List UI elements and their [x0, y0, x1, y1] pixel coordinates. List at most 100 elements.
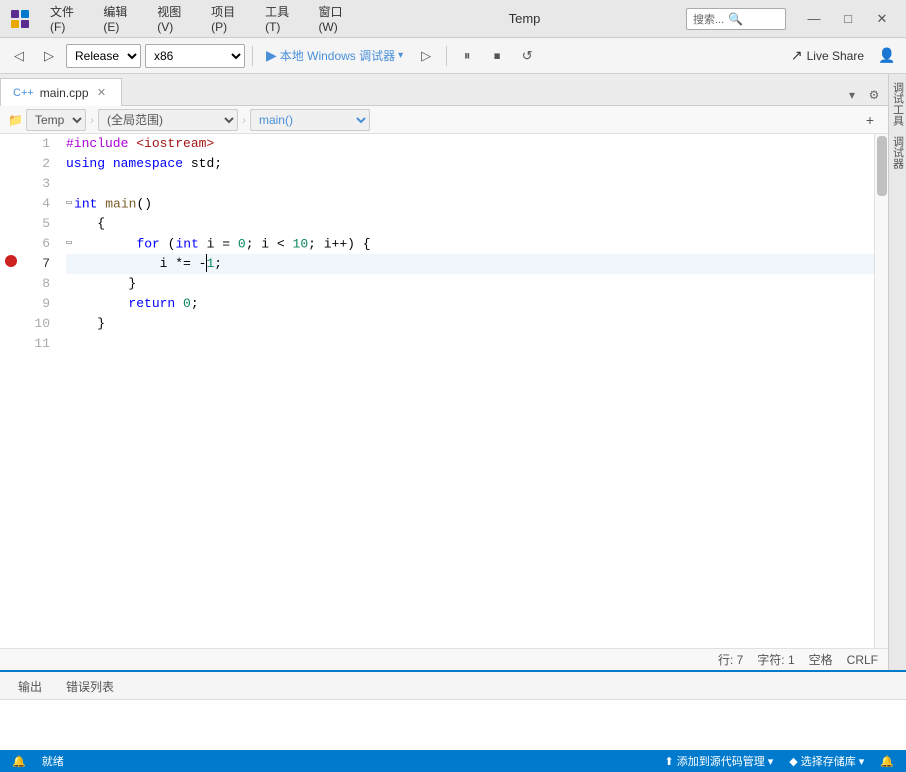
search-placeholder: 搜索... [693, 11, 724, 27]
code-editor[interactable]: #include <iostream> using namespace std;… [58, 134, 874, 648]
editor-scrollbar[interactable] [874, 134, 888, 648]
title-bar: 文件(F) 编辑(E) 视图(V) 项目(P) 工具(T) 窗口(W) Temp… [0, 0, 906, 38]
fold-icon-6[interactable]: ▭ [66, 234, 72, 254]
nav-back-button[interactable]: ◁ [6, 44, 32, 68]
line-info: 行: 7 [718, 651, 743, 668]
code-line-5: { [66, 214, 874, 234]
code-line-8: } [66, 274, 874, 294]
space-info: 空格 [809, 651, 833, 668]
status-ready[interactable]: 就绪 [38, 750, 68, 772]
token-using: using [66, 156, 105, 171]
dropdown-chevron: ▾ [768, 755, 774, 768]
tab-dropdown-button[interactable]: ▾ [842, 85, 862, 105]
breakpoint-gutter [0, 134, 22, 648]
tab-bar: C++ main.cpp ✕ ▾ ⚙ [0, 74, 888, 106]
status-repo[interactable]: ◆ 选择存储库 ▾ [785, 750, 868, 772]
menu-window[interactable]: 窗口(W) [308, 0, 363, 38]
bottom-tab-bar: 输出 错误列表 [0, 672, 906, 700]
status-bell[interactable]: 🔔 [876, 750, 898, 772]
scope-select[interactable]: (全局范围) [98, 109, 238, 131]
dropdown-icon: ▾ [398, 50, 403, 61]
line-num-3: 3 [22, 174, 58, 194]
tab-main-cpp[interactable]: C++ main.cpp ✕ [0, 78, 122, 106]
status-git-icon[interactable]: 🔔 [8, 750, 30, 772]
tab-close-button[interactable]: ✕ [95, 86, 109, 100]
line-num-6: 6 [22, 234, 58, 254]
token-include: #include <iostream> [66, 136, 214, 151]
code-line-10: } [66, 314, 874, 334]
symbol-select[interactable]: main() [250, 109, 370, 131]
breakpoint-line7[interactable] [5, 255, 17, 267]
main-container: C++ main.cpp ✕ ▾ ⚙ 📁 Temp › (全局范围) › [0, 74, 906, 670]
encoding-info: CRLF [847, 653, 878, 667]
char-info: 字符: 1 [757, 651, 794, 668]
line-num-10: 10 [22, 314, 58, 334]
git-icon: 🔔 [12, 755, 26, 768]
code-line-9: return 0; [66, 294, 874, 314]
account-button[interactable]: 👤 [874, 44, 900, 68]
code-line-2: using namespace std; [66, 154, 874, 174]
menu-tools[interactable]: 工具(T) [255, 0, 306, 38]
continue-button[interactable]: ▷ [413, 44, 439, 68]
scrollbar-thumb[interactable] [877, 136, 887, 196]
status-bar: 🔔 就绪 ⬆ 添加到源代码管理 ▾ ◆ 选择存储库 ▾ 🔔 [0, 750, 906, 772]
configuration-select[interactable]: Release [66, 44, 141, 68]
play-icon: ▶ [266, 47, 277, 64]
search-box[interactable]: 搜索... 🔍 [686, 8, 786, 30]
pause-button[interactable]: ⏸ [454, 44, 480, 68]
bell-icon: 🔔 [880, 755, 894, 768]
right-panel: 调试工具 调试器 [888, 74, 906, 670]
right-panel-item-1[interactable]: 调试工具 [888, 78, 906, 130]
window-controls: — □ ✕ [798, 5, 898, 33]
code-line-1: #include <iostream> [66, 134, 874, 154]
repo-chevron: ▾ [859, 755, 865, 768]
start-debug-button[interactable]: ▶ 本地 Windows 调试器 ▾ [260, 44, 409, 68]
text-cursor [206, 254, 207, 272]
settings-icon[interactable]: ⚙ [864, 85, 884, 105]
bottom-panel: 输出 错误列表 [0, 670, 906, 750]
code-line-3 [66, 174, 874, 194]
line-num-4: 4 [22, 194, 58, 214]
close-button[interactable]: ✕ [866, 5, 898, 33]
liveshare-label: Live Share [807, 49, 864, 63]
platform-select[interactable]: x86 [145, 44, 245, 68]
liveshare-icon: ↗ [791, 47, 803, 64]
app-logo [8, 7, 32, 31]
bottom-content [0, 700, 906, 750]
nav-separator-2: › [242, 113, 246, 127]
cpp-file-icon: C++ [13, 87, 34, 99]
restart-button[interactable]: ↺ [514, 44, 540, 68]
project-nav: 📁 Temp [8, 109, 86, 131]
menu-view[interactable]: 视图(V) [147, 0, 199, 38]
line-num-5: 5 [22, 214, 58, 234]
liveshare-button[interactable]: ↗ Live Share [785, 45, 870, 66]
toolbar-separator-1 [252, 46, 253, 66]
nav-add-button[interactable]: + [860, 110, 880, 130]
menu-project[interactable]: 项目(P) [201, 0, 253, 38]
maximize-button[interactable]: □ [832, 5, 864, 33]
line-num-2: 2 [22, 154, 58, 174]
status-add-source[interactable]: ⬆ 添加到源代码管理 ▾ [661, 750, 778, 772]
project-select[interactable]: Temp [26, 109, 86, 131]
right-panel-item-2[interactable]: 调试器 [888, 132, 906, 173]
menu-bar: 文件(F) 编辑(E) 视图(V) 项目(P) 工具(T) 窗口(W) [40, 0, 363, 38]
tab-output[interactable]: 输出 [8, 674, 52, 699]
fold-icon-4[interactable]: ▭ [66, 194, 72, 214]
line-num-11: 11 [22, 334, 58, 354]
code-line-11 [66, 334, 874, 354]
toolbar-separator-2 [446, 46, 447, 66]
minimize-button[interactable]: — [798, 5, 830, 33]
line-numbers: 1 2 3 4 5 6 7 8 9 10 11 [22, 134, 58, 648]
nav-bar: 📁 Temp › (全局范围) › main() + [0, 106, 888, 134]
search-icon: 🔍 [728, 12, 743, 26]
toolbar: ◁ ▷ Release x86 ▶ 本地 Windows 调试器 ▾ ▷ ⏸ ⏹… [0, 38, 906, 74]
code-line-4: ▭int main() [66, 194, 874, 214]
menu-file[interactable]: 文件(F) [40, 0, 91, 38]
nav-bar-right: + [860, 110, 880, 130]
stop-button[interactable]: ⏹ [484, 44, 510, 68]
nav-separator-1: › [90, 113, 94, 127]
tab-error-list[interactable]: 错误列表 [56, 674, 124, 699]
nav-forward-button[interactable]: ▷ [36, 44, 62, 68]
menu-edit[interactable]: 编辑(E) [93, 0, 145, 38]
upload-icon: ⬆ [665, 755, 674, 768]
